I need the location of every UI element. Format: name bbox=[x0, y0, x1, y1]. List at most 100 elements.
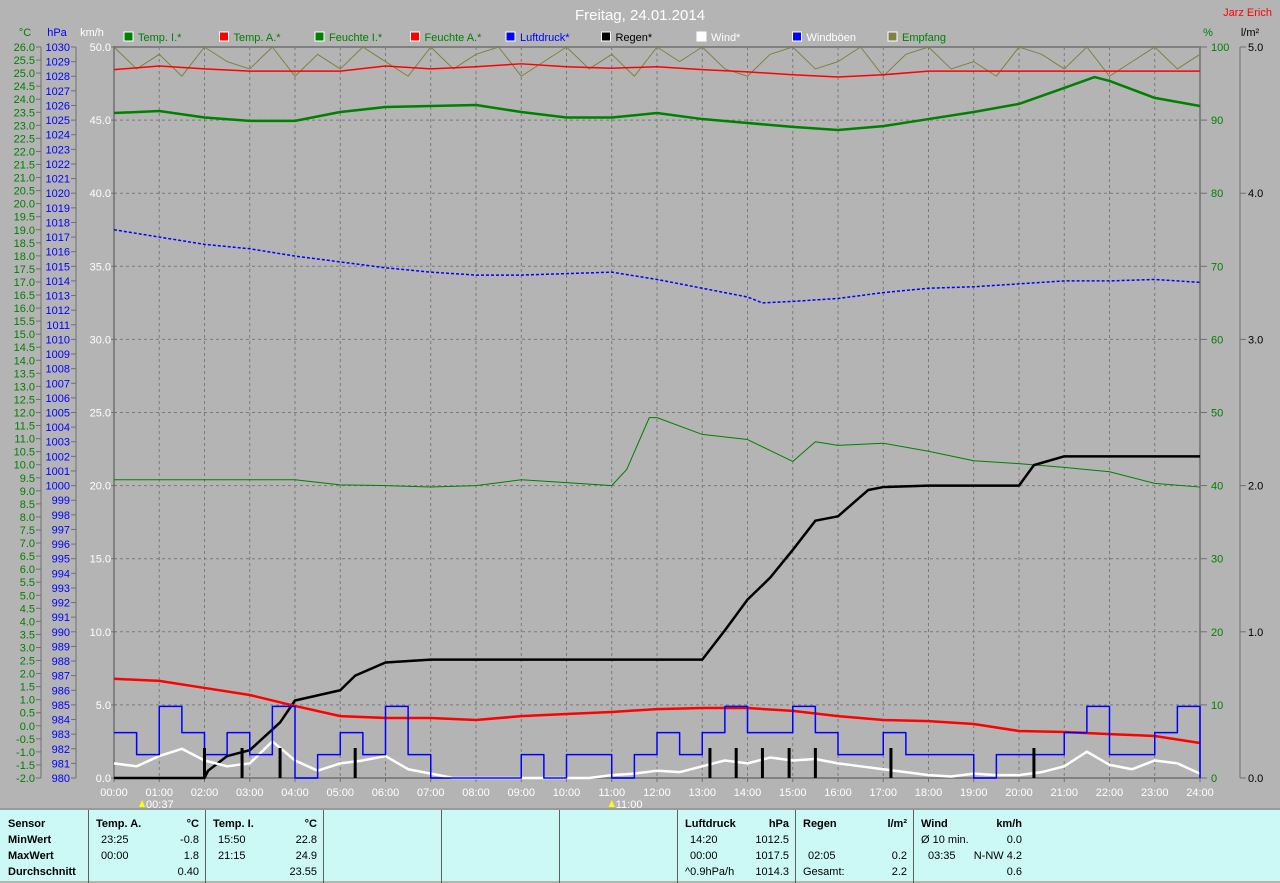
temp-axis-tick-label: 25.0 bbox=[14, 68, 35, 80]
legend-item-label: Wind* bbox=[711, 32, 741, 44]
legend-item-label: Feuchte A.* bbox=[425, 32, 483, 44]
temp-in-max: 24.9 bbox=[295, 850, 317, 862]
temp-axis-tick-label: 20.0 bbox=[14, 199, 35, 211]
temp-in-avg: 23.55 bbox=[289, 866, 317, 878]
pressure-axis-tick-label: 1005 bbox=[46, 408, 70, 420]
x-axis-tick-label: 23:00 bbox=[1141, 787, 1169, 799]
unit-rain: l/m² bbox=[1241, 27, 1260, 39]
row-label-min: MinWert bbox=[8, 834, 52, 846]
x-axis-tick-label: 02:00 bbox=[191, 787, 219, 799]
pressure-axis-tick-label: 1030 bbox=[46, 42, 70, 54]
stats-pressure: Luftdruck hPa 14:20 1012.5 00:00 1017.5 ^0.… bbox=[677, 810, 795, 883]
wind-axis-tick-label: 40.0 bbox=[90, 188, 111, 200]
pressure-trend: ^0.9hPa/h bbox=[685, 866, 735, 878]
temp-out-unit: °C bbox=[186, 818, 199, 830]
pressure-axis-tick-label: 1007 bbox=[46, 378, 70, 390]
x-axis-tick-label: 17:00 bbox=[869, 787, 897, 799]
x-axis-tick-label: 14:00 bbox=[734, 787, 762, 799]
wind-axis-tick-label: 5.0 bbox=[96, 700, 111, 712]
sun-marker-icon bbox=[608, 800, 615, 807]
x-axis-tick-label: 18:00 bbox=[915, 787, 943, 799]
pressure-axis-tick-label: 1010 bbox=[46, 334, 70, 346]
rain-total-label: Gesamt: bbox=[803, 866, 845, 878]
axes: 26.025.525.024.524.023.523.022.522.021.5… bbox=[14, 42, 1264, 808]
legend-item-label: Luftdruck* bbox=[520, 32, 570, 44]
temp-axis-tick-label: 2.0 bbox=[20, 669, 35, 681]
temp-axis-tick-label: -1.5 bbox=[16, 760, 35, 772]
temp-axis-tick-label: 24.5 bbox=[14, 81, 35, 93]
wind-unit: km/h bbox=[996, 818, 1022, 830]
pressure-axis-tick-label: 1028 bbox=[46, 71, 70, 83]
temp-axis-tick-label: 18.0 bbox=[14, 251, 35, 263]
temp-axis-tick-label: 7.5 bbox=[20, 525, 35, 537]
pressure-axis-tick-label: 981 bbox=[52, 758, 70, 770]
temp-out-avg: 0.40 bbox=[177, 866, 199, 878]
pressure-axis-tick-label: 980 bbox=[52, 773, 70, 785]
legend-swatch bbox=[410, 31, 420, 42]
pressure-axis-tick-label: 1001 bbox=[46, 466, 70, 478]
stats-header: Sensor bbox=[8, 818, 46, 830]
legend-swatch bbox=[505, 31, 516, 42]
temp-axis-tick-label: 19.0 bbox=[14, 225, 35, 237]
wind-axis-tick-label: 15.0 bbox=[90, 554, 111, 566]
pressure-axis-tick-label: 1025 bbox=[46, 115, 70, 127]
legend: Temp. I.* Temp. A.* Feuchte I.* Feuchte A.*… bbox=[123, 31, 946, 44]
x-axis-tick-label: 16:00 bbox=[824, 787, 852, 799]
temp-axis-tick-label: 12.0 bbox=[14, 408, 35, 420]
pressure-axis-tick-label: 1021 bbox=[46, 174, 70, 186]
temp-axis-tick-label: 18.5 bbox=[14, 238, 35, 250]
pressure-axis-tick-label: 1026 bbox=[46, 100, 70, 112]
temp-axis-tick-label: -0.5 bbox=[16, 734, 35, 746]
x-axis-tick-label: 15:00 bbox=[779, 787, 807, 799]
temp-out-min: -0.8 bbox=[180, 834, 199, 846]
temp-axis-tick-label: 4.0 bbox=[20, 616, 35, 628]
pressure-axis-tick-label: 996 bbox=[52, 539, 70, 551]
row-label-max: MaxWert bbox=[8, 850, 54, 862]
sun-marker-label: 11:00 bbox=[616, 799, 643, 808]
pressure-axis-tick-label: 1024 bbox=[46, 130, 70, 142]
legend-item-label: Feuchte I.* bbox=[329, 32, 383, 44]
stats-rain: Regen l/m² 02:05 0.2 Gesamt: 2.2 bbox=[795, 810, 913, 883]
grid bbox=[113, 46, 1201, 779]
weather-chart: Freitag, 24.01.2014 Jarz Erich Temp. I.*… bbox=[14, 7, 1272, 808]
legend-item-label: Empfang bbox=[902, 32, 946, 44]
wind-avg10-label: Ø 10 min. bbox=[921, 834, 969, 846]
temp-axis-tick-label: 3.0 bbox=[20, 642, 35, 654]
x-axis-tick-label: 11:00 bbox=[598, 787, 625, 799]
temp-out-min-time: 23:25 bbox=[101, 834, 129, 846]
temp-in-min-time: 15:50 bbox=[218, 834, 246, 846]
rain-max: 0.2 bbox=[891, 850, 907, 862]
pressure-axis-tick-label: 1013 bbox=[46, 291, 70, 303]
temp-axis-tick-label: 16.0 bbox=[14, 303, 35, 315]
temp-axis-tick-label: 23.5 bbox=[14, 107, 35, 119]
temp-axis-tick-label: 8.5 bbox=[20, 499, 35, 511]
pressure-axis-tick-label: 995 bbox=[52, 554, 70, 566]
rain-axis-tick-label: 4.0 bbox=[1248, 188, 1263, 200]
sun-marker-label: 00:37 bbox=[146, 799, 174, 808]
temp-axis-tick-label: 26.0 bbox=[14, 42, 35, 54]
pressure-axis-tick-label: 987 bbox=[52, 671, 70, 683]
pressure-axis-tick-label: 1015 bbox=[46, 261, 70, 273]
wind-axis-tick-label: 25.0 bbox=[90, 408, 111, 420]
wind-axis-tick-label: 50.0 bbox=[90, 42, 111, 54]
humidity-axis-tick-label: 20 bbox=[1211, 627, 1223, 639]
pressure-axis-tick-label: 1008 bbox=[46, 364, 70, 376]
stats-temp-out: Temp. A. °C 23:25 -0.8 00:00 1.8 0.40 bbox=[88, 810, 205, 883]
pressure-axis-tick-label: 1029 bbox=[46, 57, 70, 69]
temp-axis-tick-label: 14.5 bbox=[14, 342, 35, 354]
pressure-axis-tick-label: 993 bbox=[52, 583, 70, 595]
wind-avg10: 0.0 bbox=[1006, 834, 1022, 846]
temp-axis-tick-label: 23.0 bbox=[14, 120, 35, 132]
temp-in-unit: °C bbox=[304, 818, 317, 830]
statistics-panel: Sensor MinWert MaxWert Durchschnitt Temp… bbox=[0, 808, 1280, 883]
pressure-axis-tick-label: 1020 bbox=[46, 188, 70, 200]
chart-title: Freitag, 24.01.2014 bbox=[575, 7, 705, 24]
humidity-axis-tick-label: 50 bbox=[1211, 408, 1223, 420]
temp-axis-tick-label: 21.0 bbox=[14, 173, 35, 185]
rain-axis-tick-label: 1.0 bbox=[1248, 627, 1263, 639]
series-feuchtei bbox=[114, 417, 1201, 488]
wind-axis-tick-label: 0.0 bbox=[96, 773, 111, 785]
pressure-axis-tick-label: 999 bbox=[52, 495, 70, 507]
temp-axis-tick-label: 0.0 bbox=[20, 721, 35, 733]
unit-temp: °C bbox=[19, 27, 31, 39]
